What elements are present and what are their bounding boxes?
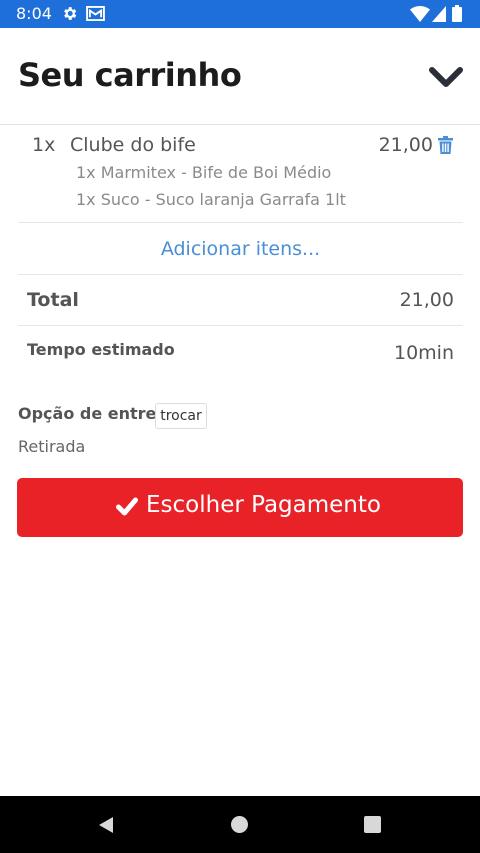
item-name: Clube do bife — [70, 134, 196, 156]
trash-icon[interactable] — [438, 136, 453, 154]
add-items-row: Adicionar itens... — [18, 224, 463, 275]
signal-icon — [432, 6, 446, 22]
status-time: 8:04 — [16, 4, 52, 23]
choose-payment-button[interactable]: Escolher Pagamento — [17, 478, 463, 537]
wifi-icon — [410, 6, 430, 22]
mail-icon — [86, 6, 105, 21]
item-option: 1x Suco - Suco laranja Garrafa 1lt — [76, 190, 346, 209]
change-delivery-button[interactable]: trocar — [155, 403, 207, 429]
battery-icon — [452, 5, 462, 22]
status-bar: 8:04 — [0, 0, 480, 28]
gear-icon — [64, 7, 77, 20]
estimated-time-value: 10min — [393, 342, 454, 364]
cart-item: 1x Clube do bife 21,00 1x Marmitex - Bif… — [18, 126, 463, 223]
item-option: 1x Marmitex - Bife de Boi Médio — [76, 163, 332, 182]
navigation-bar — [0, 796, 480, 853]
delivery-option-value: Retirada — [18, 437, 86, 456]
total-row: Total 21,00 — [18, 275, 463, 326]
total-label: Total — [27, 289, 79, 311]
total-value: 21,00 — [399, 289, 454, 311]
item-quantity: 1x — [32, 134, 56, 156]
estimated-time-row: Tempo estimado 10min — [18, 326, 463, 376]
item-price: 21,00 — [378, 134, 433, 156]
header: Seu carrinho — [0, 28, 480, 125]
chevron-down-icon[interactable] — [426, 62, 466, 92]
estimated-time-label: Tempo estimado — [27, 340, 175, 359]
recents-icon[interactable] — [364, 816, 381, 833]
check-icon — [116, 497, 138, 516]
page-title: Seu carrinho — [18, 56, 242, 94]
choose-payment-label: Escolher Pagamento — [146, 492, 381, 518]
add-items-link[interactable]: Adicionar itens... — [18, 238, 463, 260]
home-icon[interactable] — [231, 816, 248, 833]
back-icon[interactable] — [96, 815, 116, 835]
